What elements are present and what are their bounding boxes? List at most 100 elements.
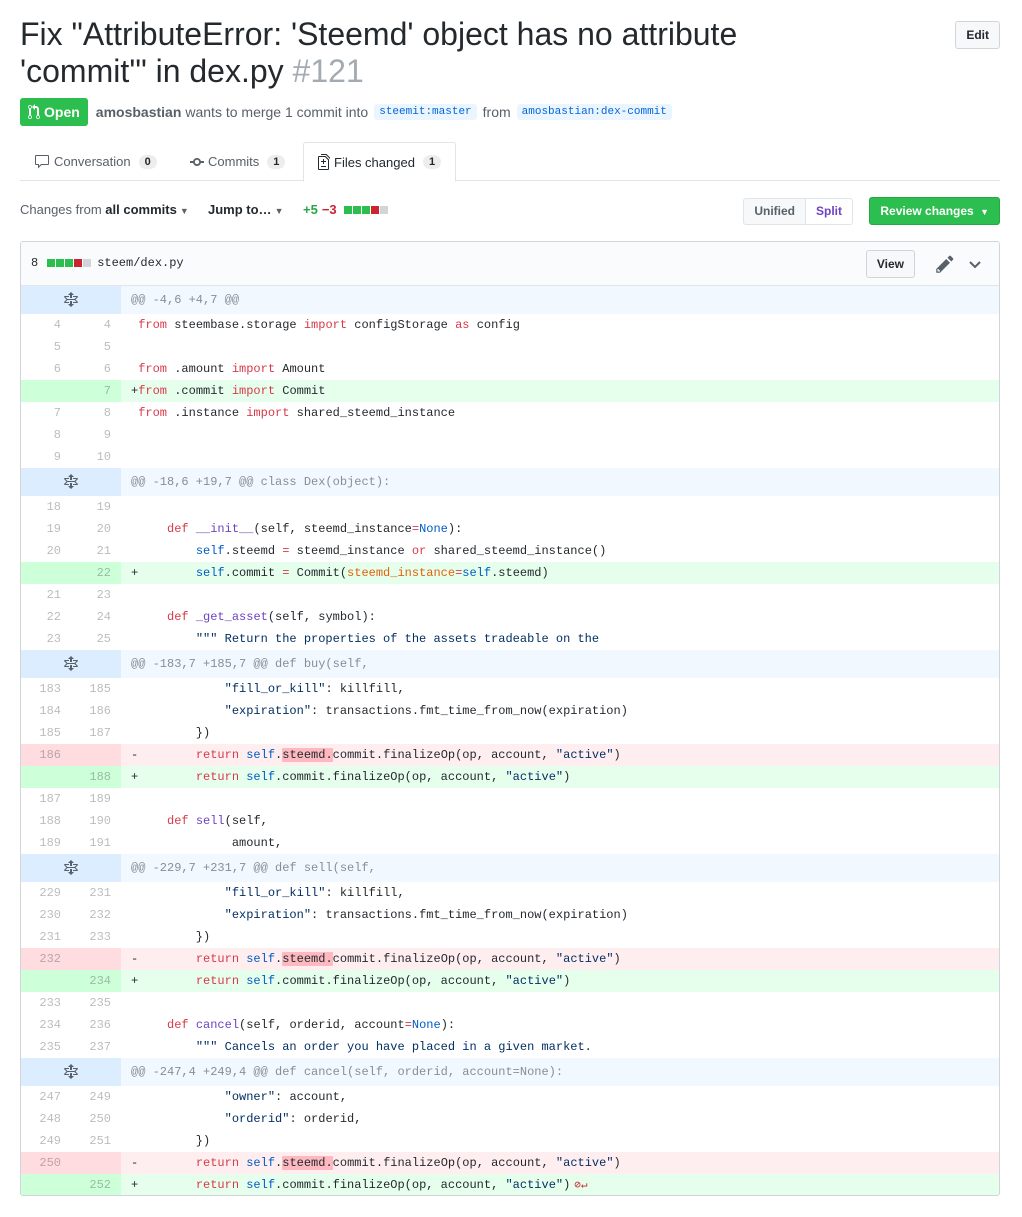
- tab-conversation[interactable]: Conversation 0: [20, 142, 171, 181]
- context-line: 20 21 self.steemd = steemd_instance or sh…: [21, 540, 999, 562]
- split-button[interactable]: Split: [806, 198, 853, 225]
- base-branch[interactable]: steemit:master: [374, 104, 477, 120]
- old-line-number[interactable]: 189: [21, 832, 71, 854]
- new-line-number[interactable]: [71, 1152, 121, 1174]
- old-line-number[interactable]: [21, 1174, 71, 1195]
- context-line: 89: [21, 424, 999, 446]
- old-line-number[interactable]: 6: [21, 358, 71, 380]
- new-line-number[interactable]: 21: [71, 540, 121, 562]
- old-line-number[interactable]: 188: [21, 810, 71, 832]
- new-line-number[interactable]: 237: [71, 1036, 121, 1058]
- old-line-number[interactable]: 184: [21, 700, 71, 722]
- expand-button[interactable]: [21, 468, 121, 496]
- old-line-number[interactable]: 235: [21, 1036, 71, 1058]
- jump-to-dropdown[interactable]: Jump to… ▼: [208, 202, 283, 217]
- new-line-number[interactable]: 185: [71, 678, 121, 700]
- old-line-number[interactable]: 8: [21, 424, 71, 446]
- old-line-number[interactable]: 248: [21, 1108, 71, 1130]
- old-line-number[interactable]: 234: [21, 1014, 71, 1036]
- new-line-number[interactable]: 250: [71, 1108, 121, 1130]
- old-line-number[interactable]: [21, 380, 71, 402]
- edit-button[interactable]: Edit: [955, 21, 1000, 49]
- new-line-number[interactable]: 186: [71, 700, 121, 722]
- old-line-number[interactable]: 7: [21, 402, 71, 424]
- file-path[interactable]: steem/dex.py: [97, 256, 183, 270]
- pr-number[interactable]: #121: [293, 53, 364, 89]
- old-line-number[interactable]: 229: [21, 882, 71, 904]
- old-line-number[interactable]: 249: [21, 1130, 71, 1152]
- new-line-number[interactable]: 249: [71, 1086, 121, 1108]
- new-line-number[interactable]: 233: [71, 926, 121, 948]
- new-line-number[interactable]: 191: [71, 832, 121, 854]
- old-line-number[interactable]: 22: [21, 606, 71, 628]
- old-line-number[interactable]: 231: [21, 926, 71, 948]
- old-line-number[interactable]: 4: [21, 314, 71, 336]
- old-line-number[interactable]: 5: [21, 336, 71, 358]
- unfold-icon: [64, 474, 78, 489]
- old-line-number[interactable]: 23: [21, 628, 71, 650]
- expand-button[interactable]: [21, 650, 121, 678]
- new-line-number[interactable]: 7: [71, 380, 121, 402]
- new-line-number[interactable]: 23: [71, 584, 121, 606]
- expand-button[interactable]: [21, 1058, 121, 1086]
- tab-files-changed[interactable]: Files changed 1: [303, 142, 457, 182]
- old-line-number[interactable]: 21: [21, 584, 71, 606]
- new-line-number[interactable]: 235: [71, 992, 121, 1014]
- old-line-number[interactable]: 185: [21, 722, 71, 744]
- status-badge: Open: [20, 98, 88, 126]
- tab-commits[interactable]: Commits 1: [176, 142, 299, 181]
- new-line-number[interactable]: 20: [71, 518, 121, 540]
- old-line-number[interactable]: 250: [21, 1152, 71, 1174]
- expand-button[interactable]: [21, 854, 121, 882]
- new-line-number[interactable]: 4: [71, 314, 121, 336]
- added-line: 234 + return self.commit.finalizeOp(op, a…: [21, 970, 999, 992]
- head-branch[interactable]: amosbastian:dex-commit: [516, 104, 672, 120]
- old-line-number[interactable]: 186: [21, 744, 71, 766]
- old-line-number[interactable]: 19: [21, 518, 71, 540]
- old-line-number[interactable]: 18: [21, 496, 71, 518]
- changes-from-dropdown[interactable]: Changes from all commits ▼: [20, 202, 189, 217]
- new-line-number[interactable]: 231: [71, 882, 121, 904]
- new-line-number[interactable]: 236: [71, 1014, 121, 1036]
- old-line-number[interactable]: 9: [21, 446, 71, 468]
- new-line-number[interactable]: 190: [71, 810, 121, 832]
- new-line-number[interactable]: 5: [71, 336, 121, 358]
- old-line-number[interactable]: 233: [21, 992, 71, 1014]
- new-line-number[interactable]: 232: [71, 904, 121, 926]
- unfold-icon: [64, 656, 78, 671]
- new-line-number[interactable]: 8: [71, 402, 121, 424]
- old-line-number[interactable]: 183: [21, 678, 71, 700]
- new-line-number[interactable]: 9: [71, 424, 121, 446]
- new-line-number[interactable]: 22: [71, 562, 121, 584]
- author-link[interactable]: amosbastian: [96, 104, 182, 120]
- old-line-number[interactable]: 247: [21, 1086, 71, 1108]
- new-line-number[interactable]: 234: [71, 970, 121, 992]
- old-line-number[interactable]: [21, 562, 71, 584]
- new-line-number[interactable]: 25: [71, 628, 121, 650]
- new-line-number[interactable]: 188: [71, 766, 121, 788]
- old-line-number[interactable]: 20: [21, 540, 71, 562]
- expand-button[interactable]: [21, 286, 121, 314]
- new-line-number[interactable]: [71, 744, 121, 766]
- diffstat-blocks: [343, 205, 388, 214]
- new-line-number[interactable]: [71, 948, 121, 970]
- new-line-number[interactable]: 251: [71, 1130, 121, 1152]
- tab-commits-count: 1: [267, 154, 286, 169]
- old-line-number[interactable]: 230: [21, 904, 71, 926]
- chevron-down-icon[interactable]: [965, 254, 985, 274]
- new-line-number[interactable]: 189: [71, 788, 121, 810]
- new-line-number[interactable]: 10: [71, 446, 121, 468]
- new-line-number[interactable]: 187: [71, 722, 121, 744]
- old-line-number[interactable]: [21, 766, 71, 788]
- new-line-number[interactable]: 6: [71, 358, 121, 380]
- view-file-button[interactable]: View: [865, 250, 915, 278]
- review-changes-button[interactable]: Review changes ▼: [869, 197, 1000, 225]
- old-line-number[interactable]: 187: [21, 788, 71, 810]
- new-line-number[interactable]: 24: [71, 606, 121, 628]
- unified-button[interactable]: Unified: [743, 198, 806, 225]
- new-line-number[interactable]: 19: [71, 496, 121, 518]
- old-line-number[interactable]: [21, 970, 71, 992]
- old-line-number[interactable]: 232: [21, 948, 71, 970]
- pencil-icon[interactable]: [935, 254, 955, 274]
- new-line-number[interactable]: 252: [71, 1174, 121, 1195]
